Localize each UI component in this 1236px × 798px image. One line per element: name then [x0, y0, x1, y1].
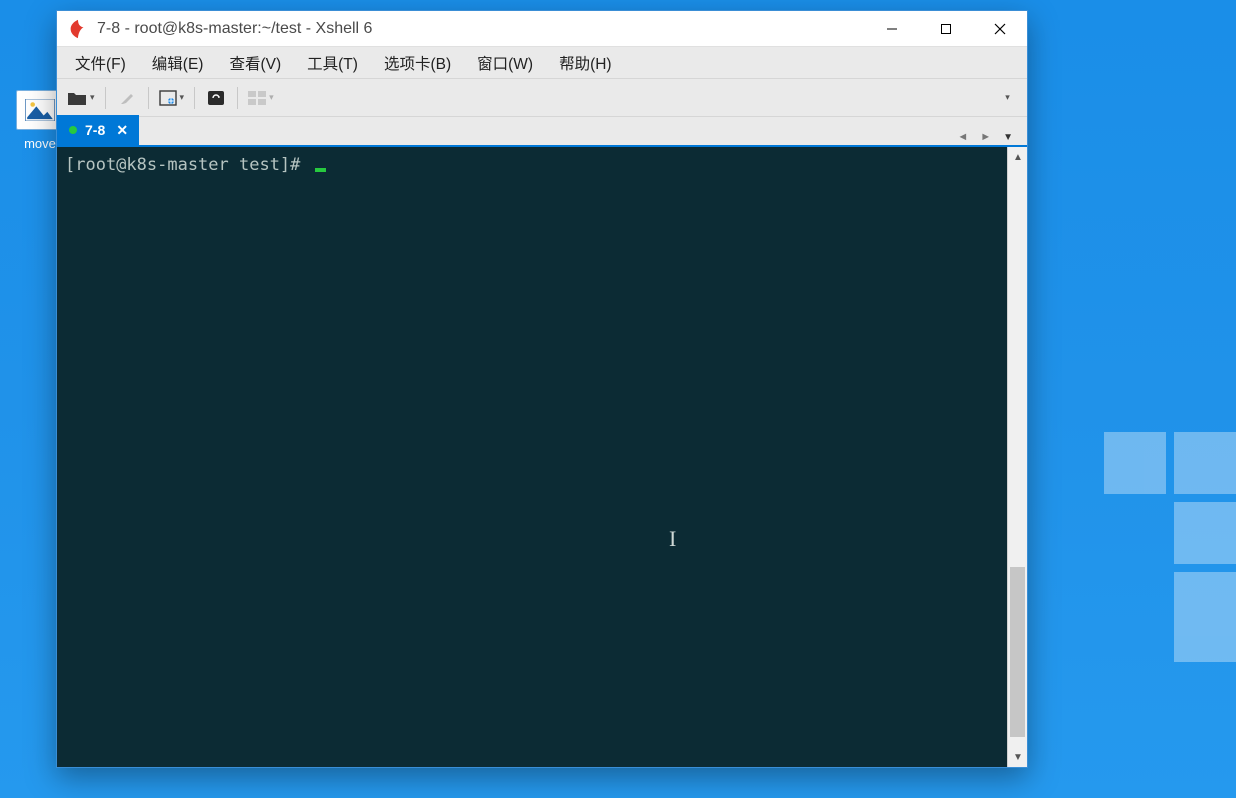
minimize-button[interactable] — [865, 11, 919, 47]
close-button[interactable] — [973, 11, 1027, 47]
toolbar-separator — [194, 87, 195, 109]
menu-view[interactable]: 查看(V) — [219, 48, 291, 78]
windows-logo-deco — [1096, 432, 1236, 662]
menubar: 文件(F) 编辑(E) 查看(V) 工具(T) 选项卡(B) 窗口(W) 帮助(… — [57, 47, 1027, 79]
xshell-window: 7-8 - root@k8s-master:~/test - Xshell 6 … — [56, 10, 1028, 768]
open-session-button[interactable]: ▾ — [63, 84, 99, 112]
chevron-down-icon: ▾ — [90, 92, 95, 103]
tab-label: 7-8 — [85, 122, 105, 138]
reconnect-button[interactable] — [201, 84, 231, 112]
chevron-down-icon: ▾ — [180, 92, 185, 103]
window-title: 7-8 - root@k8s-master:~/test - Xshell 6 — [97, 20, 865, 38]
properties-button[interactable]: ▾ — [155, 84, 189, 112]
chevron-down-icon: ▾ — [1005, 92, 1010, 103]
tile-view-button[interactable]: ▾ — [244, 84, 278, 112]
maximize-button[interactable] — [919, 11, 973, 47]
tab-nav: ◄ ► ▼ — [953, 129, 1021, 145]
desktop-icon-label: move — [24, 136, 56, 151]
menu-file[interactable]: 文件(F) — [65, 48, 136, 78]
toolbar-separator — [237, 87, 238, 109]
vertical-scrollbar[interactable]: ▲ ▼ — [1007, 147, 1027, 767]
toolbar-separator — [105, 87, 106, 109]
menu-edit[interactable]: 编辑(E) — [142, 48, 214, 78]
toolbar-overflow-button[interactable]: ▾ — [991, 84, 1021, 112]
scrollbar-thumb[interactable] — [1010, 567, 1025, 737]
menu-help[interactable]: 帮助(H) — [549, 48, 622, 78]
scroll-up-button[interactable]: ▲ — [1008, 147, 1028, 167]
terminal-prompt: [root@k8s-master test]# — [65, 155, 311, 175]
xshell-app-icon — [67, 18, 89, 40]
menu-window[interactable]: 窗口(W) — [467, 48, 543, 78]
toolbar: ▾ ▾ ▾ ▾ — [57, 79, 1027, 117]
tabbar: 7-8 ✕ ◄ ► ▼ — [57, 117, 1027, 147]
text-cursor-icon: I — [669, 527, 676, 551]
terminal-area: [root@k8s-master test]# I ▲ ▼ — [57, 147, 1027, 767]
chevron-down-icon: ▾ — [269, 92, 274, 103]
terminal[interactable]: [root@k8s-master test]# I — [57, 147, 1007, 767]
tab-prev-button[interactable]: ◄ — [953, 129, 972, 145]
menu-tools[interactable]: 工具(T) — [297, 48, 368, 78]
session-tab-7-8[interactable]: 7-8 ✕ — [57, 115, 139, 145]
tab-list-button[interactable]: ▼ — [999, 130, 1017, 145]
connected-dot-icon — [69, 126, 77, 134]
terminal-cursor — [315, 168, 326, 172]
tab-next-button[interactable]: ► — [976, 129, 995, 145]
menu-tabs[interactable]: 选项卡(B) — [374, 48, 461, 78]
tab-close-button[interactable]: ✕ — [113, 121, 131, 139]
scroll-down-button[interactable]: ▼ — [1008, 747, 1028, 767]
titlebar[interactable]: 7-8 - root@k8s-master:~/test - Xshell 6 — [57, 11, 1027, 47]
toolbar-separator — [148, 87, 149, 109]
highlight-button[interactable] — [112, 84, 142, 112]
